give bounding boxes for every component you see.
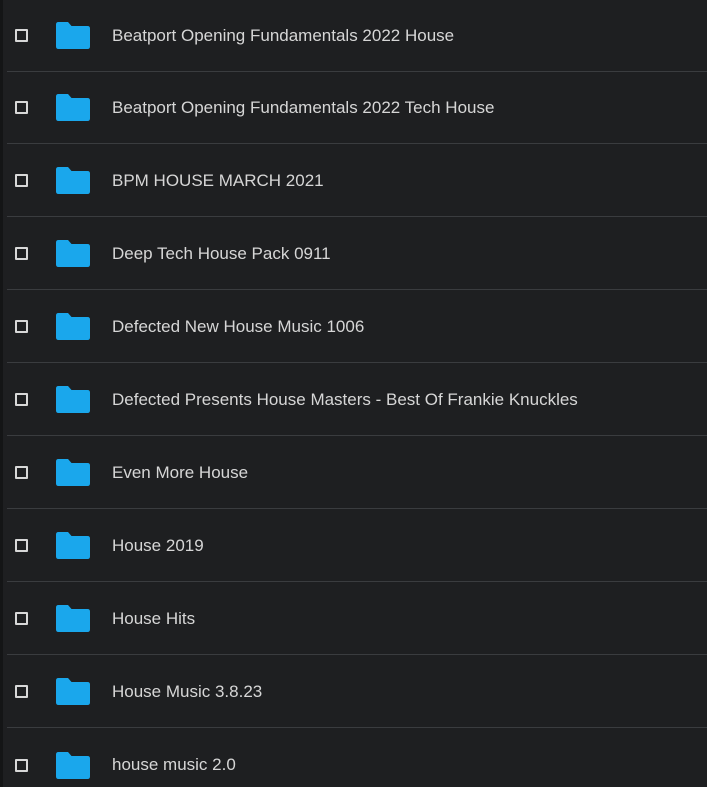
- select-checkbox[interactable]: [15, 612, 28, 625]
- select-checkbox[interactable]: [15, 29, 28, 42]
- list-item[interactable]: Deep Tech House Pack 0911: [7, 218, 707, 290]
- folder-icon: [56, 459, 90, 486]
- folder-icon: [56, 386, 90, 413]
- list-item[interactable]: House Music 3.8.23: [7, 656, 707, 728]
- select-checkbox[interactable]: [15, 247, 28, 260]
- list-item[interactable]: Beatport Opening Fundamentals 2022 House: [7, 0, 707, 72]
- list-item[interactable]: Beatport Opening Fundamentals 2022 Tech …: [7, 72, 707, 144]
- folder-name[interactable]: house music 2.0: [112, 755, 236, 775]
- folder-icon: [56, 94, 90, 121]
- folder-name[interactable]: Beatport Opening Fundamentals 2022 House: [112, 26, 454, 46]
- select-checkbox[interactable]: [15, 101, 28, 114]
- folder-icon: [56, 240, 90, 267]
- folder-name[interactable]: Defected Presents House Masters - Best O…: [112, 390, 578, 410]
- select-checkbox[interactable]: [15, 758, 28, 772]
- folder-name[interactable]: House Music 3.8.23: [112, 682, 262, 702]
- folder-icon: [56, 167, 90, 194]
- folder-list: Beatport Opening Fundamentals 2022 House…: [0, 0, 707, 787]
- list-item[interactable]: Defected New House Music 1006: [7, 291, 707, 363]
- folder-name[interactable]: Deep Tech House Pack 0911: [112, 244, 331, 264]
- folder-icon: [56, 678, 90, 705]
- folder-icon: [56, 22, 90, 49]
- folder-name[interactable]: House Hits: [112, 609, 195, 629]
- folder-icon: [56, 313, 90, 340]
- folder-icon: [56, 532, 90, 559]
- select-checkbox[interactable]: [15, 393, 28, 406]
- left-edge: [0, 0, 3, 787]
- folder-icon: [56, 605, 90, 632]
- select-checkbox[interactable]: [15, 466, 28, 479]
- select-checkbox[interactable]: [15, 320, 28, 333]
- folder-name[interactable]: Beatport Opening Fundamentals 2022 Tech …: [112, 98, 494, 118]
- folder-name[interactable]: BPM HOUSE MARCH 2021: [112, 171, 324, 191]
- list-item[interactable]: Defected Presents House Masters - Best O…: [7, 364, 707, 436]
- select-checkbox[interactable]: [15, 539, 28, 552]
- folder-name[interactable]: House 2019: [112, 536, 204, 556]
- select-checkbox[interactable]: [15, 174, 28, 187]
- list-item[interactable]: Even More House: [7, 437, 707, 509]
- list-item[interactable]: House Hits: [7, 583, 707, 655]
- select-checkbox[interactable]: [15, 685, 28, 698]
- folder-name[interactable]: Defected New House Music 1006: [112, 317, 364, 337]
- list-item[interactable]: house music 2.0: [7, 729, 707, 787]
- folder-name[interactable]: Even More House: [112, 463, 248, 483]
- list-item[interactable]: House 2019: [7, 510, 707, 582]
- folder-icon: [56, 751, 90, 779]
- list-item[interactable]: BPM HOUSE MARCH 2021: [7, 145, 707, 217]
